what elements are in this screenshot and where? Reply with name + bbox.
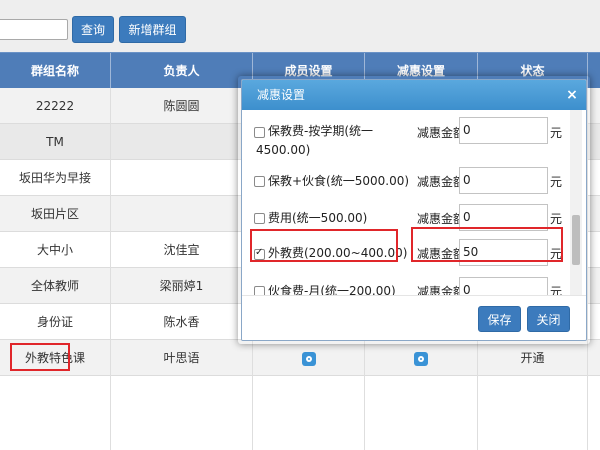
highlight-fee-item xyxy=(250,229,398,262)
fee-checkbox[interactable] xyxy=(254,213,265,224)
cell-group-name: 坂田片区 xyxy=(0,196,111,232)
fee-checkbox[interactable] xyxy=(254,176,265,187)
query-button[interactable]: 查询 xyxy=(72,16,114,43)
dialog-title: 减惠设置 xyxy=(257,88,306,102)
save-button[interactable]: 保存 xyxy=(478,306,521,332)
fee-checkbox[interactable] xyxy=(254,127,265,138)
fee-label: 保教费-按学期(统一 xyxy=(268,124,374,138)
fee-label: 保教+伙食(统一5000.00) xyxy=(268,174,410,188)
dialog-footer: 保存 关闭 xyxy=(242,295,586,340)
discount-amount-label: 减惠金额 xyxy=(417,285,466,295)
close-button[interactable]: 关闭 xyxy=(527,306,570,332)
cell-owner: 陈水香 xyxy=(111,304,253,340)
discount-amount-label: 减惠金额 xyxy=(417,126,466,140)
scrollbar-thumb[interactable] xyxy=(572,215,580,265)
fee-item: 伙食费-月(统一200.00) 减惠金额 0 元 xyxy=(254,277,574,295)
cell-owner: 梁丽婷1 xyxy=(111,268,253,304)
cell-owner xyxy=(111,196,253,232)
close-icon[interactable]: × xyxy=(564,87,580,103)
cell-group-name: 全体教师 xyxy=(0,268,111,304)
fee-checkbox[interactable] xyxy=(254,286,265,295)
fee-item: 保教+伙食(统一5000.00) 减惠金额 0 元 xyxy=(254,167,574,200)
discount-amount-label: 减惠金额 xyxy=(417,212,466,226)
unit-label: 元 xyxy=(550,175,563,189)
cell-group-name: 坂田华为早接 xyxy=(0,160,111,196)
cell-owner: 沈佳宜 xyxy=(111,232,253,268)
cell-status: 开通 xyxy=(478,340,588,376)
fee-item: 保教费-按学期(统一 4500.00) 减惠金额 0 元 xyxy=(254,117,574,172)
member-settings-gear-icon[interactable] xyxy=(301,351,316,366)
cell-owner: 陈圆圆 xyxy=(111,88,253,124)
discount-settings-dialog: 减惠设置 × 保教费-按学期(统一 4500.00) 减惠金额 0 元 保教+伙… xyxy=(241,79,587,341)
discount-amount-input[interactable]: 0 xyxy=(459,117,548,144)
header-owner: 负责人 xyxy=(111,53,253,89)
cell-group-name: 大中小 xyxy=(0,232,111,268)
cell-owner: 叶思语 xyxy=(111,340,253,376)
fee-label-line2: 4500.00) xyxy=(256,143,311,157)
cell-owner xyxy=(111,124,253,160)
toolbar: 查询 新增群组 xyxy=(0,0,600,52)
highlight-discount-input xyxy=(411,227,563,262)
header-group-name: 群组名称 xyxy=(0,53,111,89)
table-empty-area xyxy=(0,376,600,450)
dialog-scrollbar[interactable] xyxy=(570,110,582,295)
fee-label: 伙食费-月(统一200.00) xyxy=(268,284,396,295)
cell-owner xyxy=(111,160,253,196)
unit-label: 元 xyxy=(550,126,563,140)
cell-group-name: TM xyxy=(0,124,111,160)
discount-settings-gear-icon[interactable] xyxy=(414,351,428,366)
group-search-input[interactable] xyxy=(0,19,68,40)
new-group-button[interactable]: 新增群组 xyxy=(119,16,186,43)
dialog-header: 减惠设置 × xyxy=(242,80,586,110)
cell-group-name: 身份证 xyxy=(0,304,111,340)
unit-label: 元 xyxy=(550,212,563,226)
fee-label: 费用(统一500.00) xyxy=(268,211,368,225)
highlight-group-name xyxy=(10,343,70,371)
table-row[interactable]: 外教特色课 叶思语 开通 xyxy=(0,340,600,376)
unit-label: 元 xyxy=(550,285,563,295)
discount-amount-label: 减惠金额 xyxy=(417,175,466,189)
dialog-body: 保教费-按学期(统一 4500.00) 减惠金额 0 元 保教+伙食(统一500… xyxy=(242,110,586,295)
discount-amount-input[interactable]: 0 xyxy=(459,167,548,194)
discount-amount-input[interactable]: 0 xyxy=(459,277,548,295)
cell-group-name: 22222 xyxy=(0,88,111,124)
